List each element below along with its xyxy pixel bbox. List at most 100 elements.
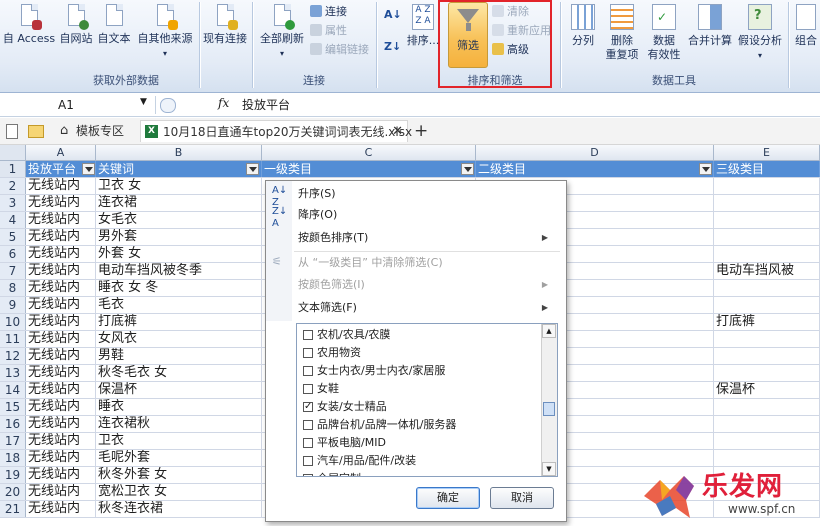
filter-dropdown-arrow[interactable] (699, 163, 712, 175)
scroll-thumb[interactable] (543, 402, 555, 416)
row-number[interactable]: 2 (0, 178, 26, 194)
row-number[interactable]: 15 (0, 399, 26, 415)
cell-platform[interactable]: 无线站内 (26, 280, 96, 296)
checkbox[interactable] (303, 438, 313, 448)
cell-platform[interactable]: 无线站内 (26, 416, 96, 432)
cell-keyword[interactable]: 电动车挡风被冬季 (96, 263, 262, 279)
filter-value-item[interactable]: ✓ 女装/女士精品 (303, 398, 387, 416)
checkbox[interactable] (303, 474, 313, 476)
name-box[interactable]: A1 (0, 96, 150, 114)
from-access-button[interactable]: 自 Access (2, 2, 56, 68)
cell-platform[interactable]: 无线站内 (26, 450, 96, 466)
row-number[interactable]: 16 (0, 416, 26, 432)
filter-value-item[interactable]: 女鞋 (303, 380, 339, 398)
row-number[interactable]: 21 (0, 501, 26, 517)
column-header-c[interactable]: C (262, 145, 476, 161)
new-tab-button[interactable]: + (414, 120, 428, 142)
ok-button[interactable]: 确定 (416, 487, 480, 509)
row-number[interactable]: 8 (0, 280, 26, 296)
cell-keyword[interactable]: 连衣裙 (96, 195, 262, 211)
from-text-button[interactable]: 自文本 (96, 2, 132, 68)
row-number[interactable]: 19 (0, 467, 26, 483)
remove-duplicates-button[interactable]: 删除 重复项 (602, 2, 642, 68)
row-number[interactable]: 11 (0, 331, 26, 347)
column-header-d[interactable]: D (476, 145, 714, 161)
cell-platform[interactable]: 无线站内 (26, 263, 96, 279)
menu-clear-filter[interactable]: 从 “一级类目” 中清除筛选(C) (298, 254, 443, 272)
connections-button[interactable]: 连接 (310, 3, 347, 20)
cell-keyword[interactable]: 睡衣 女 冬 (96, 280, 262, 296)
cell-platform[interactable]: 无线站内 (26, 399, 96, 415)
menu-sort-ascending[interactable]: 升序(S) (298, 185, 336, 203)
header-cell-category3[interactable]: 三级类目 (714, 161, 820, 177)
cell-keyword[interactable]: 女风衣 (96, 331, 262, 347)
select-all-corner[interactable] (0, 145, 26, 161)
cell-platform[interactable]: 无线站内 (26, 484, 96, 500)
row-number[interactable]: 18 (0, 450, 26, 466)
close-icon[interactable]: ✕ (392, 121, 403, 143)
cell-keyword[interactable]: 卫衣 (96, 433, 262, 449)
edit-links-button[interactable]: 编辑链接 (310, 41, 369, 58)
cell-category3[interactable]: 电动车挡风被 (714, 263, 820, 279)
from-web-button[interactable]: 自网站 (58, 2, 94, 68)
menu-filter-by-color[interactable]: 按颜色筛选(I) ▶ (298, 276, 558, 294)
formula-input[interactable]: 投放平台 (242, 96, 290, 114)
cell-category3[interactable] (714, 399, 820, 415)
cell-platform[interactable]: 无线站内 (26, 331, 96, 347)
row-number[interactable]: 9 (0, 297, 26, 313)
insert-function-icon[interactable]: fx (218, 96, 229, 110)
column-header-b[interactable]: B (96, 145, 262, 161)
column-header-a[interactable]: A (26, 145, 96, 161)
header-cell-category2[interactable]: 二级类目 (476, 161, 714, 177)
row-number[interactable]: 5 (0, 229, 26, 245)
checkbox[interactable] (303, 330, 313, 340)
consolidate-button[interactable]: 合并计算 (686, 2, 734, 68)
checkbox[interactable] (303, 384, 313, 394)
checkbox[interactable] (303, 348, 313, 358)
existing-connections-button[interactable]: 现有连接 (200, 2, 250, 68)
cell-keyword[interactable]: 男外套 (96, 229, 262, 245)
cell-keyword[interactable]: 外套 女 (96, 246, 262, 262)
cell-platform[interactable]: 无线站内 (26, 178, 96, 194)
filter-dropdown-arrow[interactable] (461, 163, 474, 175)
data-validation-button[interactable]: ✓ 数据 有效性 (644, 2, 684, 68)
cell-category3[interactable] (714, 331, 820, 347)
row-number[interactable]: 12 (0, 348, 26, 364)
filter-value-item[interactable]: 农用物资 (303, 344, 361, 362)
cell-category3[interactable]: 保温杯 (714, 382, 820, 398)
row-number[interactable]: 1 (0, 161, 26, 177)
folder-icon[interactable] (28, 120, 44, 142)
cell-category3[interactable] (714, 348, 820, 364)
scroll-up-icon[interactable]: ▲ (542, 324, 556, 338)
tab-template[interactable]: ⌂ 模板专区 (56, 120, 124, 142)
checkbox[interactable]: ✓ (303, 402, 313, 412)
cell-category3[interactable] (714, 246, 820, 262)
filter-value-item[interactable]: 农机/农具/农膜 (303, 326, 390, 344)
cell-keyword[interactable]: 女毛衣 (96, 212, 262, 228)
what-if-analysis-button[interactable]: ? 假设分析 ▾ (736, 2, 784, 68)
row-number[interactable]: 4 (0, 212, 26, 228)
cell-platform[interactable]: 无线站内 (26, 229, 96, 245)
cell-platform[interactable]: 无线站内 (26, 195, 96, 211)
cell-platform[interactable]: 无线站内 (26, 297, 96, 313)
row-number[interactable]: 7 (0, 263, 26, 279)
properties-button[interactable]: 属性 (310, 22, 347, 39)
checkbox[interactable] (303, 456, 313, 466)
row-number[interactable]: 14 (0, 382, 26, 398)
cell-platform[interactable]: 无线站内 (26, 501, 96, 517)
filter-value-item[interactable]: 平板电脑/MID (303, 434, 386, 452)
sort-button[interactable]: A ZZ A 排序... (404, 2, 442, 68)
cell-category3[interactable]: 打底裤 (714, 314, 820, 330)
cell-keyword[interactable]: 打底裤 (96, 314, 262, 330)
filter-value-item[interactable]: 品牌台机/品牌一体机/服务器 (303, 416, 456, 434)
cell-keyword[interactable]: 毛呢外套 (96, 450, 262, 466)
cell-keyword[interactable]: 秋冬连衣裙 (96, 501, 262, 517)
header-cell-category1[interactable]: 一级类目 (262, 161, 476, 177)
menu-sort-by-color[interactable]: 按颜色排序(T) ▶ (298, 229, 558, 247)
header-cell-keyword[interactable]: 关键词 (96, 161, 262, 177)
cell-keyword[interactable]: 睡衣 (96, 399, 262, 415)
filter-value-item[interactable]: 女士内衣/男士内衣/家居服 (303, 362, 445, 380)
filter-dropdown-arrow[interactable] (82, 163, 95, 175)
group-outline-button[interactable]: 组合 (792, 2, 820, 68)
cell-keyword[interactable]: 毛衣 (96, 297, 262, 313)
